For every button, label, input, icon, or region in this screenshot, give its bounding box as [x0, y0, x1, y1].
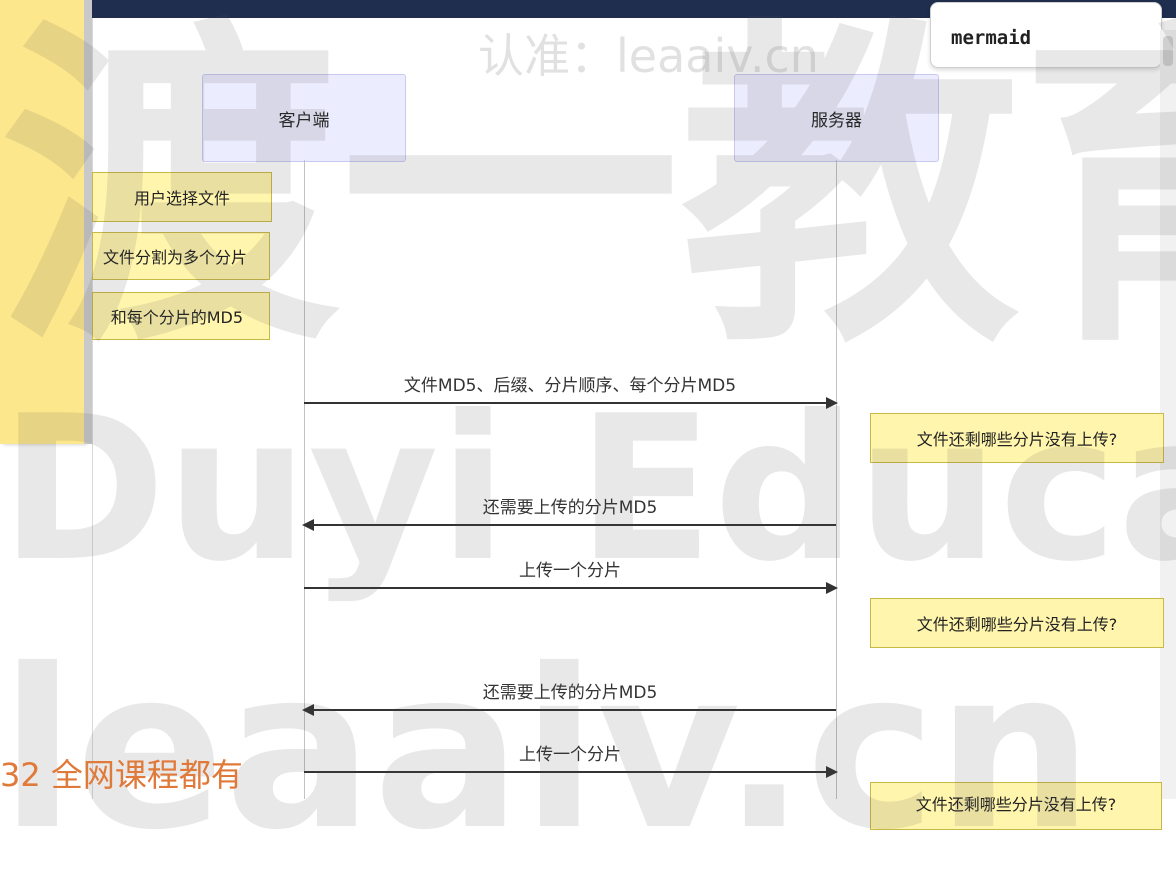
- message-2-arrow: [302, 519, 836, 531]
- note-select-file-text: 用户选择文件: [133, 189, 230, 208]
- note-remaining-1-text: 文件还剩哪些分片没有上传?: [916, 430, 1118, 449]
- message-4-label: 还需要上传的分片MD5: [482, 683, 658, 703]
- participant-server-label: 服务器: [811, 110, 862, 131]
- message-1-label: 文件MD5、后缀、分片顺序、每个分片MD5: [403, 376, 737, 396]
- promo-text: 32 全网课程都有: [0, 756, 243, 794]
- left-panel-edge: [84, 0, 92, 444]
- left-side-panel: [0, 0, 84, 444]
- note-remaining-2-text: 文件还剩哪些分片没有上传?: [916, 615, 1118, 634]
- note-chunk-md5: 和每个分片的MD5: [92, 292, 270, 340]
- message-3-arrow: [304, 582, 838, 594]
- note-chunk-md5-text: 和每个分片的MD5: [110, 308, 243, 327]
- note-select-file: 用户选择文件: [92, 172, 272, 222]
- note-remaining-1: 文件还剩哪些分片没有上传?: [870, 413, 1164, 463]
- note-split-file: 文件分割为多个分片: [92, 232, 270, 280]
- message-3-label: 上传一个分片: [519, 561, 621, 581]
- note-remaining-3-text: 文件还剩哪些分片没有上传?: [915, 795, 1117, 814]
- note-remaining-2: 文件还剩哪些分片没有上传?: [870, 598, 1164, 648]
- message-5-label: 上传一个分片: [519, 745, 621, 765]
- participant-client-label: 客户端: [278, 110, 330, 131]
- message-1-arrow: [304, 397, 838, 409]
- lifeline-server: [836, 160, 837, 799]
- participant-client: 客户端: [202, 74, 406, 162]
- scrollbar-thumb[interactable]: [1163, 36, 1173, 66]
- language-tag[interactable]: mermaid: [930, 2, 1162, 68]
- message-5-arrow: [304, 766, 838, 778]
- message-4-arrow: [302, 704, 836, 716]
- note-remaining-3: 文件还剩哪些分片没有上传?: [870, 782, 1162, 830]
- language-tag-label: mermaid: [951, 27, 1032, 49]
- participant-server: 服务器: [734, 74, 939, 162]
- message-2-label: 还需要上传的分片MD5: [482, 498, 658, 518]
- note-split-file-text: 文件分割为多个分片: [102, 248, 247, 267]
